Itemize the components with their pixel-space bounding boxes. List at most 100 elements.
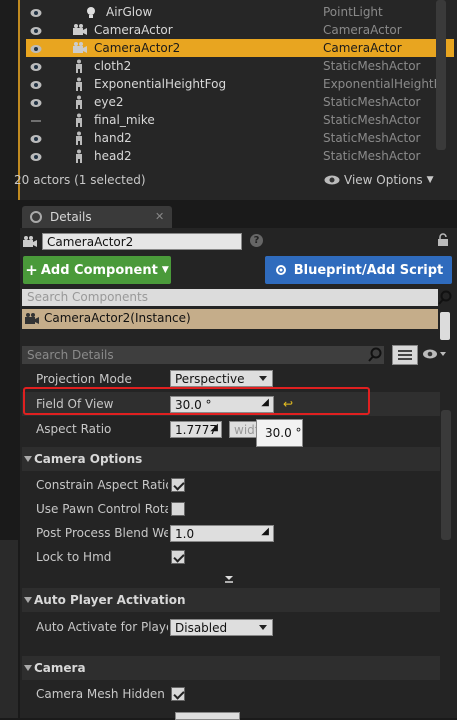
eye-icon[interactable] <box>30 7 42 17</box>
auto-activate-dropdown[interactable]: Disabled <box>170 619 273 636</box>
partial-field[interactable] <box>175 712 240 720</box>
spin-arrows-icon: ◢ <box>261 526 269 537</box>
outliner-scrollbar[interactable] <box>436 0 446 150</box>
actor-name: eye2 <box>94 95 124 109</box>
property-label: Auto Activate for Player <box>36 620 168 634</box>
mannequin-icon <box>72 59 86 73</box>
details-scrollbar[interactable] <box>441 410 451 540</box>
collapse-icon <box>24 597 32 603</box>
help-icon[interactable]: ? <box>250 234 263 247</box>
property-label: Constrain Aspect Ratio <box>36 478 168 492</box>
eye-icon[interactable] <box>30 133 42 143</box>
outliner-row[interactable]: final_mike StaticMeshActor <box>26 111 454 129</box>
dropdown-value: Perspective <box>175 372 245 386</box>
component-instance-row[interactable]: CameraActor2(Instance) <box>22 309 438 329</box>
viewport-edge <box>0 0 20 200</box>
post-process-blend-weight-input[interactable]: 1.0 ◢ <box>170 525 274 542</box>
search-details-input[interactable]: Search Details <box>22 346 384 364</box>
camera-icon <box>72 41 87 55</box>
actor-type: PointLight <box>323 5 383 19</box>
actor-type: StaticMeshActor <box>323 131 421 145</box>
aspect-ratio-input[interactable]: 1.7777 ◢ <box>170 421 222 438</box>
tab-details[interactable] <box>22 206 172 230</box>
details-icon <box>30 211 42 223</box>
tab-details-label: Details <box>50 210 92 224</box>
outliner-row[interactable]: head2 StaticMeshActor <box>26 147 454 165</box>
property-label: Aspect Ratio <box>36 422 112 436</box>
actor-name: head2 <box>94 149 132 163</box>
plus-icon: + <box>25 261 38 279</box>
view-options-label: View Options <box>344 173 423 187</box>
blueprint-add-script-button[interactable]: Blueprint/Add Script <box>265 256 452 284</box>
camera-icon <box>23 236 37 247</box>
left-panel-strip <box>0 540 18 718</box>
eye-icon[interactable] <box>30 151 42 161</box>
camera-icon <box>25 313 39 324</box>
eye-icon[interactable] <box>30 97 42 107</box>
outliner-row[interactable]: CameraActor CameraActor <box>26 21 454 39</box>
projection-mode-dropdown[interactable]: Perspective <box>170 370 273 387</box>
search-icon[interactable] <box>438 290 452 305</box>
camera-mesh-hidden-checkbox[interactable] <box>171 687 185 701</box>
section-title: Camera Options <box>34 452 143 466</box>
eye-icon[interactable] <box>30 61 42 71</box>
constrain-aspect-ratio-checkbox[interactable] <box>171 478 185 492</box>
eye-icon[interactable] <box>422 348 446 363</box>
section-camera[interactable]: Camera <box>22 656 440 680</box>
chevron-down-icon: ▼ <box>161 265 169 275</box>
close-icon[interactable]: ✕ <box>155 210 164 223</box>
add-component-button[interactable]: + Add Component ▼ <box>23 256 171 284</box>
actor-type: StaticMeshActor <box>323 59 421 73</box>
aspect-ratio-width-input[interactable]: width <box>229 421 259 438</box>
eye-icon[interactable] <box>30 79 42 89</box>
actor-name: AirGlow <box>106 5 153 19</box>
actor-type: ExponentialHeightFog <box>323 77 443 91</box>
mannequin-icon <box>72 95 86 109</box>
section-camera-options[interactable]: Camera Options <box>22 447 440 471</box>
outliner-row[interactable]: AirGlow PointLight <box>26 3 454 21</box>
property-matrix-icon[interactable] <box>392 345 418 365</box>
property-label: Post Process Blend Weight <box>36 526 168 540</box>
highlight-box <box>23 387 370 415</box>
spin-arrows-icon: ◢ <box>210 422 218 433</box>
fog-icon <box>72 77 86 91</box>
property-row-use-pawn-control-rotation: Use Pawn Control Rotation <box>22 497 440 521</box>
actor-name: CameraActor <box>94 23 173 37</box>
search-components-input[interactable]: Search Components <box>22 289 438 306</box>
eye-icon[interactable] <box>30 43 42 53</box>
actor-type: StaticMeshActor <box>323 113 421 127</box>
actor-type: CameraActor <box>323 23 402 37</box>
chevron-down-icon <box>259 376 267 381</box>
value-tooltip: 30.0 ° <box>256 419 303 447</box>
actor-name: cloth2 <box>94 59 132 73</box>
eye-icon <box>324 175 340 185</box>
expand-advanced-icon[interactable] <box>224 575 234 583</box>
outliner-row[interactable]: CameraActor2 CameraActor <box>26 39 454 57</box>
outliner-row[interactable]: hand2 StaticMeshActor <box>26 129 454 147</box>
outliner-row[interactable]: eye2 StaticMeshActor <box>26 93 454 111</box>
property-row-constrain-aspect-ratio: Constrain Aspect Ratio <box>22 473 440 497</box>
actor-name-field[interactable]: CameraActor2 <box>42 233 242 250</box>
collapse-icon <box>24 665 32 671</box>
actor-name: ExponentialHeightFog <box>94 77 227 91</box>
eye-icon[interactable] <box>30 25 42 35</box>
hidden-icon[interactable] <box>30 115 42 125</box>
chevron-down-icon <box>259 625 267 630</box>
actor-type: StaticMeshActor <box>323 95 421 109</box>
components-scrollbar[interactable] <box>440 312 450 340</box>
search-icon[interactable] <box>367 347 382 362</box>
property-label: Camera Mesh Hidden in Game <box>36 687 168 701</box>
input-value: 1.0 <box>175 527 195 541</box>
use-pawn-control-rotation-checkbox[interactable] <box>171 502 185 516</box>
actor-name: hand2 <box>94 131 132 145</box>
outliner-row[interactable]: cloth2 StaticMeshActor <box>26 57 454 75</box>
section-auto-player-activation[interactable]: Auto Player Activation <box>22 588 440 612</box>
dropdown-value: Disabled <box>175 621 228 635</box>
lock-icon[interactable] <box>437 233 449 247</box>
view-options-button[interactable]: View Options ▼ <box>324 173 434 187</box>
blueprint-button-label: Blueprint/Add Script <box>293 262 444 278</box>
lightbulb-icon <box>84 5 98 19</box>
add-component-label: Add Component <box>40 262 158 278</box>
lock-to-hmd-checkbox[interactable] <box>171 550 185 564</box>
outliner-row[interactable]: ExponentialHeightFog ExponentialHeightFog <box>26 75 454 93</box>
